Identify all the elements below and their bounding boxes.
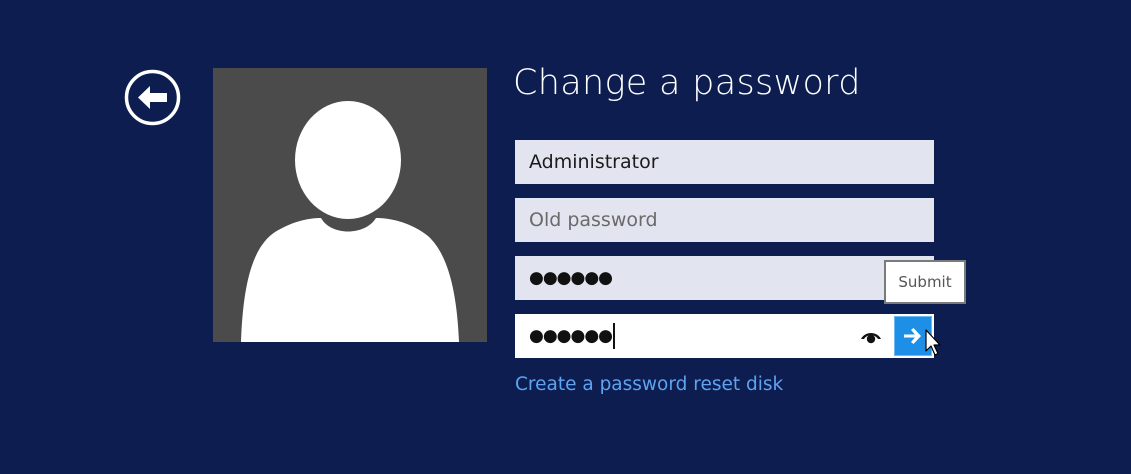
- eye-icon[interactable]: [859, 325, 883, 347]
- text-caret: [613, 323, 615, 349]
- right-arrow-icon: [904, 328, 921, 344]
- new-password-field[interactable]: ●●●●●●: [515, 256, 934, 300]
- mouse-pointer-icon: [925, 329, 941, 356]
- confirm-password-value: ●●●●●●: [529, 326, 613, 346]
- username-value: Administrator: [529, 151, 659, 173]
- back-arrow-icon: [124, 69, 181, 126]
- old-password-field[interactable]: Old password: [515, 198, 934, 242]
- user-silhouette-icon: [241, 101, 459, 342]
- old-password-placeholder: Old password: [529, 209, 658, 231]
- change-password-screen: { "screen": { "title": "Change a passwor…: [0, 0, 1131, 474]
- password-reset-disk-link[interactable]: Create a password reset disk: [515, 372, 783, 398]
- page-title: Change a password: [513, 63, 861, 103]
- back-button[interactable]: [124, 69, 181, 126]
- user-avatar: [213, 68, 487, 342]
- username-field[interactable]: Administrator: [515, 140, 934, 184]
- confirm-password-field[interactable]: ●●●●●●: [515, 314, 934, 358]
- confirm-password-value-wrap: ●●●●●●: [529, 314, 615, 358]
- new-password-value: ●●●●●●: [529, 268, 613, 288]
- submit-tooltip: Submit: [884, 260, 966, 304]
